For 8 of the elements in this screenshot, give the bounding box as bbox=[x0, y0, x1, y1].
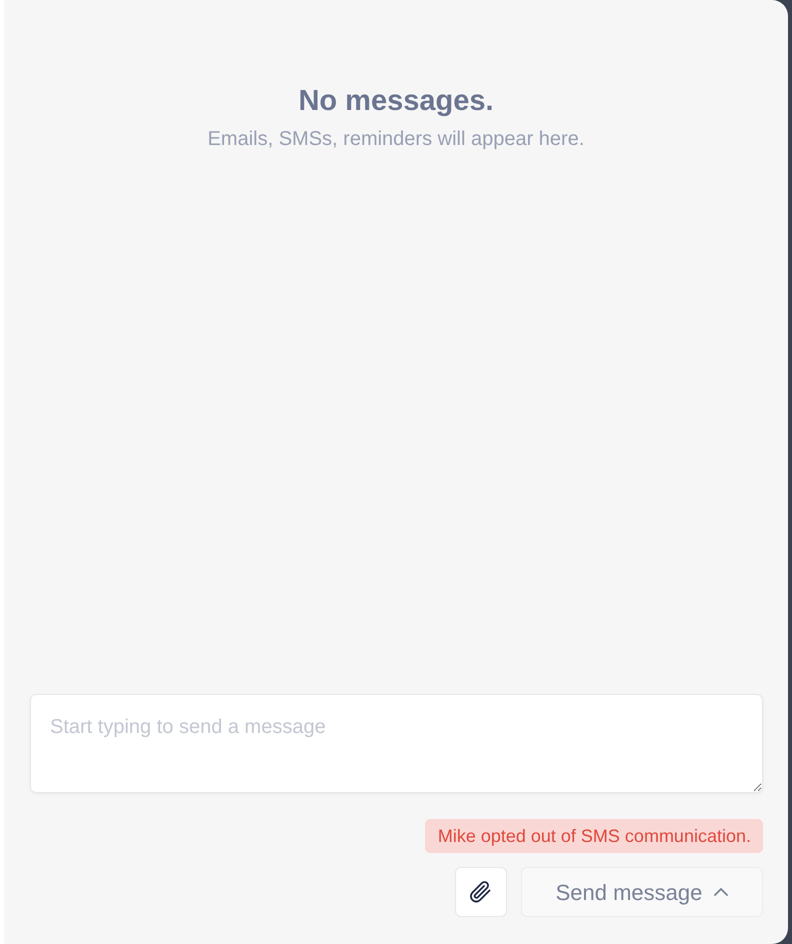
attach-button[interactable] bbox=[455, 867, 507, 917]
empty-state-subtitle: Emails, SMSs, reminders will appear here. bbox=[206, 127, 586, 152]
message-input[interactable]: Start typing to send a message bbox=[30, 694, 763, 793]
empty-state-title: No messages. bbox=[297, 84, 495, 118]
send-message-button[interactable]: Send message bbox=[521, 867, 763, 917]
paperclip-icon bbox=[469, 879, 493, 905]
chevron-up-icon bbox=[714, 888, 728, 896]
opt-out-notice: Mike opted out of SMS communication. bbox=[424, 819, 763, 853]
